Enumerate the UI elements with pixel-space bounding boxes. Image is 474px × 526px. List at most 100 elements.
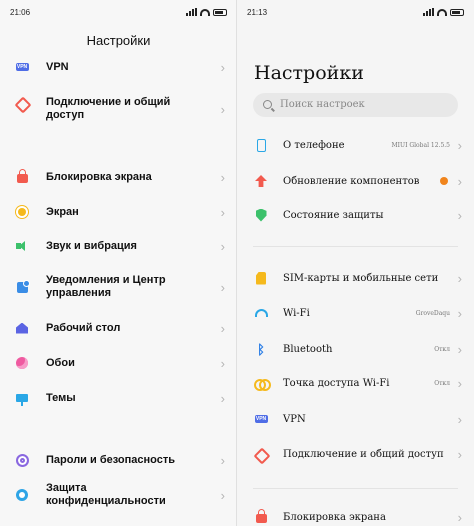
settings-item-label: Темы: [46, 391, 76, 404]
settings-item-wallpaper[interactable]: Обои ›: [0, 355, 237, 371]
settings-item-protection-status[interactable]: Состояние защиты ›: [237, 207, 474, 223]
settings-item-display[interactable]: Экран ›: [0, 204, 237, 220]
settings-item-bluetooth[interactable]: ᛒ Bluetooth Откл ›: [237, 341, 474, 357]
chevron-right-icon: ›: [220, 320, 225, 336]
wifi-icon: [254, 306, 268, 320]
settings-item-privacy[interactable]: Защита конфиденциальности ›: [0, 482, 237, 507]
chevron-right-icon: ›: [220, 390, 225, 406]
vpn-icon: VPN: [15, 60, 29, 74]
phone-icon: [254, 138, 268, 152]
wallpaper-icon: [15, 356, 29, 370]
page-title: Настройки: [254, 62, 364, 84]
status-time: 21:13: [247, 8, 268, 17]
settings-item-notifications[interactable]: Уведомления и Центр управления ›: [0, 274, 237, 300]
vpn-badge: VPN: [15, 63, 29, 71]
chevron-right-icon: ›: [220, 101, 225, 117]
notification-icon: [15, 279, 30, 294]
wifi-status-icon: [437, 8, 447, 16]
settings-item-label: О телефоне: [283, 139, 345, 151]
settings-item-label: Bluetooth: [283, 343, 333, 355]
status-time: 21:06: [10, 8, 31, 17]
section-divider: [253, 246, 458, 247]
page-title: Настройки: [86, 33, 151, 48]
settings-item-wifi[interactable]: Wi-Fi GroveDaqu ›: [237, 305, 474, 321]
signal-icon: [423, 8, 434, 16]
search-input[interactable]: Поиск настроек: [253, 93, 458, 117]
privacy-icon: [15, 488, 29, 502]
status-bar: 21:06: [10, 8, 227, 20]
chevron-right-icon: ›: [220, 487, 225, 503]
settings-item-component-update[interactable]: Обновление компонентов ›: [237, 174, 474, 189]
status-bar: 21:13: [247, 8, 464, 20]
settings-item-home-screen[interactable]: Рабочий стол ›: [0, 320, 237, 336]
chevron-right-icon: ›: [457, 446, 462, 462]
settings-item-lock-screen[interactable]: Блокировка экрана ›: [237, 509, 474, 525]
hotspot-icon: [254, 376, 271, 391]
settings-item-sim-cards[interactable]: SIM-карты и мобильные сети ›: [237, 270, 474, 286]
settings-item-vpn[interactable]: VPN VPN ›: [237, 411, 474, 427]
chevron-right-icon: ›: [220, 452, 225, 468]
settings-item-connection-sharing[interactable]: Подключение и общий доступ ›: [0, 96, 237, 122]
chevron-right-icon: ›: [457, 137, 462, 153]
sim-card-icon: [254, 271, 268, 285]
settings-item-label: Уведомления и Центр управления: [46, 274, 166, 299]
chevron-right-icon: ›: [220, 204, 225, 220]
chevron-right-icon: ›: [220, 59, 225, 75]
search-placeholder: Поиск настроек: [280, 99, 365, 110]
settings-item-about-phone[interactable]: О телефоне MIUI Global 12.5.5 ›: [237, 137, 474, 153]
status-icons: [423, 8, 464, 16]
speaker-icon: [15, 239, 29, 253]
settings-item-label: Точка доступа Wi-Fi: [283, 377, 390, 389]
settings-item-label: VPN: [283, 413, 306, 425]
settings-item-connection-sharing[interactable]: Подключение и общий доступ ›: [237, 446, 474, 462]
wifi-status-icon: [200, 8, 210, 16]
settings-item-label: Состояние защиты: [283, 209, 384, 221]
connection-icon: [15, 96, 29, 110]
settings-item-label: SIM-карты и мобильные сети: [283, 272, 439, 284]
settings-item-vpn[interactable]: VPN VPN ›: [0, 59, 237, 75]
settings-item-hotspot[interactable]: Точка доступа Wi-Fi Откл ›: [237, 375, 474, 391]
settings-item-label: Экран: [46, 205, 79, 218]
settings-item-label: Защита конфиденциальности: [46, 482, 166, 507]
settings-item-themes[interactable]: Темы ›: [0, 390, 237, 406]
settings-item-label: Обои: [46, 356, 75, 369]
settings-item-label: Рабочий стол: [46, 321, 121, 334]
home-icon: [15, 321, 29, 335]
connection-icon: [254, 447, 268, 461]
settings-item-label: Wi-Fi: [283, 307, 310, 319]
chevron-right-icon: ›: [220, 355, 225, 371]
update-arrow-icon: [254, 174, 268, 188]
lock-icon: [254, 509, 268, 524]
settings-item-value: Откл: [434, 379, 450, 387]
search-icon: [263, 100, 272, 109]
chevron-right-icon: ›: [220, 238, 225, 254]
shield-icon: [254, 208, 268, 222]
status-icons: [186, 8, 227, 16]
chevron-right-icon: ›: [220, 169, 225, 185]
settings-item-label: Блокировка экрана: [46, 170, 152, 183]
settings-item-value: GroveDaqu: [415, 309, 450, 317]
sun-icon: [15, 205, 29, 219]
chevron-right-icon: ›: [457, 509, 462, 525]
settings-screen-left: 21:06 Настройки VPN VPN › Подключение и …: [0, 0, 237, 526]
settings-item-label: Пароли и безопасность: [46, 453, 176, 466]
settings-item-passwords-security[interactable]: Пароли и безопасность ›: [0, 452, 237, 468]
chevron-right-icon: ›: [457, 375, 462, 391]
chevron-right-icon: ›: [457, 207, 462, 223]
settings-item-label: Блокировка экрана: [283, 511, 386, 523]
lock-icon: [15, 169, 29, 184]
bluetooth-icon: ᛒ: [257, 341, 265, 357]
chevron-right-icon: ›: [457, 411, 462, 427]
chevron-right-icon: ›: [457, 305, 462, 321]
update-badge-icon: [440, 177, 448, 185]
settings-item-label: VPN: [46, 60, 69, 73]
vpn-badge: VPN: [254, 415, 268, 423]
settings-screen-right: 21:13 Настройки Поиск настроек О телефон…: [237, 0, 474, 526]
chevron-right-icon: ›: [457, 270, 462, 286]
settings-item-label: Обновление компонентов: [283, 175, 420, 187]
settings-item-sound[interactable]: Звук и вибрация ›: [0, 238, 237, 254]
chevron-right-icon: ›: [457, 341, 462, 357]
settings-item-value: Откл: [434, 345, 450, 353]
settings-item-lock-screen[interactable]: Блокировка экрана ›: [0, 169, 237, 185]
brush-icon: [15, 391, 29, 406]
